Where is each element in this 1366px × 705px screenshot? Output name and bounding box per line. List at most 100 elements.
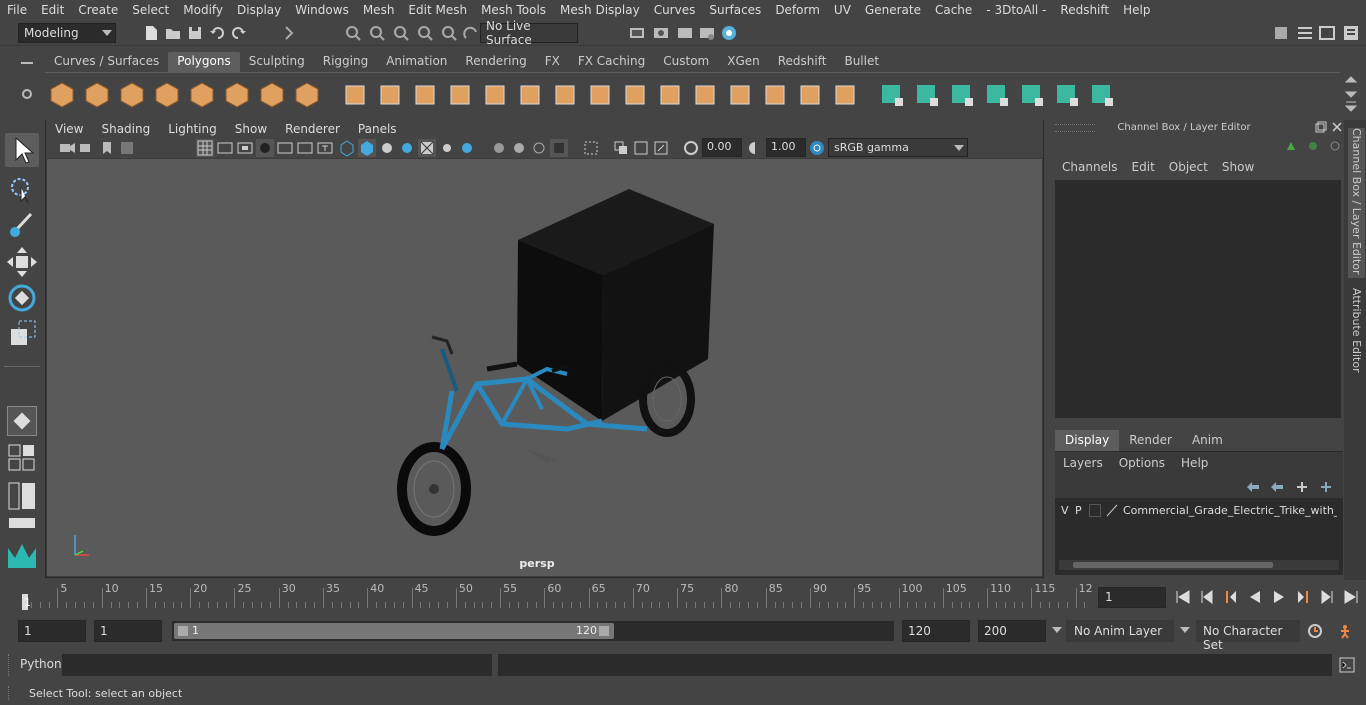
ipr-render-icon[interactable] bbox=[676, 24, 694, 42]
gamma-field[interactable]: 1.00 bbox=[766, 138, 806, 157]
redo-icon[interactable] bbox=[230, 24, 248, 42]
shelf-pipe-icon[interactable] bbox=[292, 80, 322, 110]
paint-select-tool[interactable] bbox=[5, 209, 39, 243]
layer-visibility-toggle[interactable]: V bbox=[1061, 504, 1069, 517]
menu-surfaces[interactable]: Surfaces bbox=[702, 3, 768, 17]
animation-start-field[interactable]: 1 bbox=[18, 620, 86, 642]
xray-icon[interactable] bbox=[418, 139, 436, 157]
layout-toggle[interactable] bbox=[7, 516, 37, 530]
rotate-tool[interactable] bbox=[5, 281, 39, 315]
shelf-cylindrical-uv-icon[interactable] bbox=[947, 80, 977, 110]
animation-end-field[interactable]: 200 bbox=[978, 620, 1046, 642]
shelf-tab-xgen[interactable]: XGen bbox=[718, 52, 769, 72]
shelf-tab-redshift[interactable]: Redshift bbox=[769, 52, 836, 72]
viewport-menu-show[interactable]: Show bbox=[226, 122, 276, 136]
menu-redshift[interactable]: Redshift bbox=[1053, 3, 1116, 17]
smooth-shade-icon[interactable] bbox=[358, 139, 376, 157]
layer-reference-toggle[interactable] bbox=[1089, 504, 1101, 517]
shelf-tab-custom[interactable]: Custom bbox=[654, 52, 718, 72]
frame-all-icon[interactable] bbox=[652, 139, 670, 157]
safe-title-icon[interactable] bbox=[316, 139, 334, 157]
menu-edit[interactable]: Edit bbox=[34, 3, 71, 17]
frame-selection-icon[interactable] bbox=[582, 139, 600, 157]
shaded-wire-icon[interactable] bbox=[398, 139, 416, 157]
step-back-key-icon[interactable] bbox=[1222, 588, 1240, 606]
shelf-torus-icon[interactable] bbox=[222, 80, 252, 110]
lasso-tool[interactable] bbox=[5, 173, 39, 207]
shelf-cone-icon[interactable] bbox=[152, 80, 182, 110]
shelf-auto-uv-icon[interactable] bbox=[912, 80, 942, 110]
layer-tab-anim[interactable]: Anim bbox=[1182, 430, 1233, 451]
snap-view-icon[interactable] bbox=[416, 24, 434, 42]
time-slider[interactable]: 5 10 15 20 25 30 35 40 45 50 55 60 65 70 75 80 85 90 95 100… bbox=[18, 580, 1093, 612]
mode-dropdown[interactable]: Modeling bbox=[18, 23, 116, 43]
menu-create[interactable]: Create bbox=[71, 3, 125, 17]
menu-cache[interactable]: Cache bbox=[928, 3, 979, 17]
shelf-unfold-icon[interactable] bbox=[1087, 80, 1117, 110]
viewport-menu-shading[interactable]: Shading bbox=[92, 122, 159, 136]
shelf-transfer-icon[interactable] bbox=[1017, 80, 1047, 110]
camera-attributes-icon[interactable] bbox=[78, 139, 96, 157]
range-slider-handle[interactable]: 1 120 bbox=[174, 623, 614, 639]
layer-menu-options[interactable]: Options bbox=[1111, 456, 1173, 470]
gamma-icon[interactable] bbox=[746, 139, 764, 157]
layer-tab-render[interactable]: Render bbox=[1119, 430, 1182, 451]
live-surface-field[interactable]: No Live Surface bbox=[480, 19, 578, 47]
shelf-bridge-icon[interactable] bbox=[620, 80, 650, 110]
cmd-input[interactable] bbox=[62, 654, 492, 676]
menu-display[interactable]: Display bbox=[230, 3, 288, 17]
float-panel-icon[interactable] bbox=[1315, 121, 1327, 133]
shelf-bridge-edge-icon[interactable] bbox=[690, 80, 720, 110]
shelf-sphere-icon[interactable] bbox=[47, 80, 77, 110]
menu-generate[interactable]: Generate bbox=[858, 3, 928, 17]
shelf-tab-rendering[interactable]: Rendering bbox=[456, 52, 535, 72]
shelf-separate-icon[interactable] bbox=[375, 80, 405, 110]
select-camera-icon[interactable] bbox=[58, 139, 76, 157]
menu-file[interactable]: File bbox=[0, 3, 34, 17]
exposure-field[interactable]: 0.00 bbox=[702, 138, 742, 157]
shelf-mirror-icon[interactable] bbox=[515, 80, 545, 110]
layer-tab-display[interactable]: Display bbox=[1055, 430, 1120, 451]
animation-preferences-icon[interactable] bbox=[1336, 622, 1354, 640]
shelf-insert-loop-icon[interactable] bbox=[830, 80, 860, 110]
character-set-dropdown[interactable]: No Character Set bbox=[1196, 620, 1300, 652]
channel-box-sync-icon[interactable] bbox=[1307, 140, 1319, 152]
lights-icon[interactable] bbox=[438, 139, 456, 157]
menu-windows[interactable]: Windows bbox=[288, 3, 356, 17]
isolate-icon[interactable] bbox=[490, 139, 508, 157]
channel-list[interactable] bbox=[1055, 180, 1341, 418]
menuset-arrow-icon[interactable] bbox=[280, 24, 298, 42]
grid-toggle-icon[interactable] bbox=[196, 139, 214, 157]
hypershade-icon[interactable] bbox=[720, 24, 738, 42]
shelf-merge-icon[interactable] bbox=[760, 80, 790, 110]
playback-start-field[interactable]: 1 bbox=[94, 620, 162, 642]
range-slider-track[interactable]: 1 120 bbox=[172, 621, 894, 641]
layer-playback-toggle[interactable]: P bbox=[1075, 504, 1082, 517]
channel-menu-channels[interactable]: Channels bbox=[1055, 160, 1125, 174]
menu-modify[interactable]: Modify bbox=[176, 3, 230, 17]
shelf-fill-hole-icon[interactable] bbox=[795, 80, 825, 110]
playback-end-field[interactable]: 120 bbox=[902, 620, 970, 642]
step-back-icon[interactable] bbox=[1198, 588, 1216, 606]
shelf-cylinder-icon[interactable] bbox=[117, 80, 147, 110]
menu-help[interactable]: Help bbox=[1116, 3, 1157, 17]
shelf-scroll[interactable] bbox=[1344, 74, 1358, 112]
viewport-menu-panels[interactable]: Panels bbox=[349, 122, 406, 136]
channel-box-toggle-icon[interactable] bbox=[1342, 24, 1360, 42]
shelf-bevel-icon[interactable] bbox=[655, 80, 685, 110]
new-layer-selected-icon[interactable] bbox=[1319, 480, 1335, 494]
outliner-layout[interactable] bbox=[7, 481, 37, 511]
layer-name[interactable]: Commercial_Grade_Electric_Trike_with_Car bbox=[1123, 504, 1337, 517]
menu-uv[interactable]: UV bbox=[827, 3, 858, 17]
safe-action-icon[interactable] bbox=[296, 139, 314, 157]
render-settings-icon[interactable] bbox=[698, 24, 716, 42]
shelf-uv-editor-icon[interactable] bbox=[1052, 80, 1082, 110]
new-layer-icon[interactable] bbox=[1295, 480, 1311, 494]
go-to-end-icon[interactable] bbox=[1342, 588, 1360, 606]
render-current-icon[interactable] bbox=[652, 24, 670, 42]
colorspace-dropdown[interactable]: sRGB gamma bbox=[828, 138, 968, 157]
menu-mesh[interactable]: Mesh bbox=[356, 3, 402, 17]
shelf-plane-icon[interactable] bbox=[187, 80, 217, 110]
shelf-planar-uv-icon[interactable] bbox=[877, 80, 907, 110]
open-scene-icon[interactable] bbox=[164, 24, 182, 42]
